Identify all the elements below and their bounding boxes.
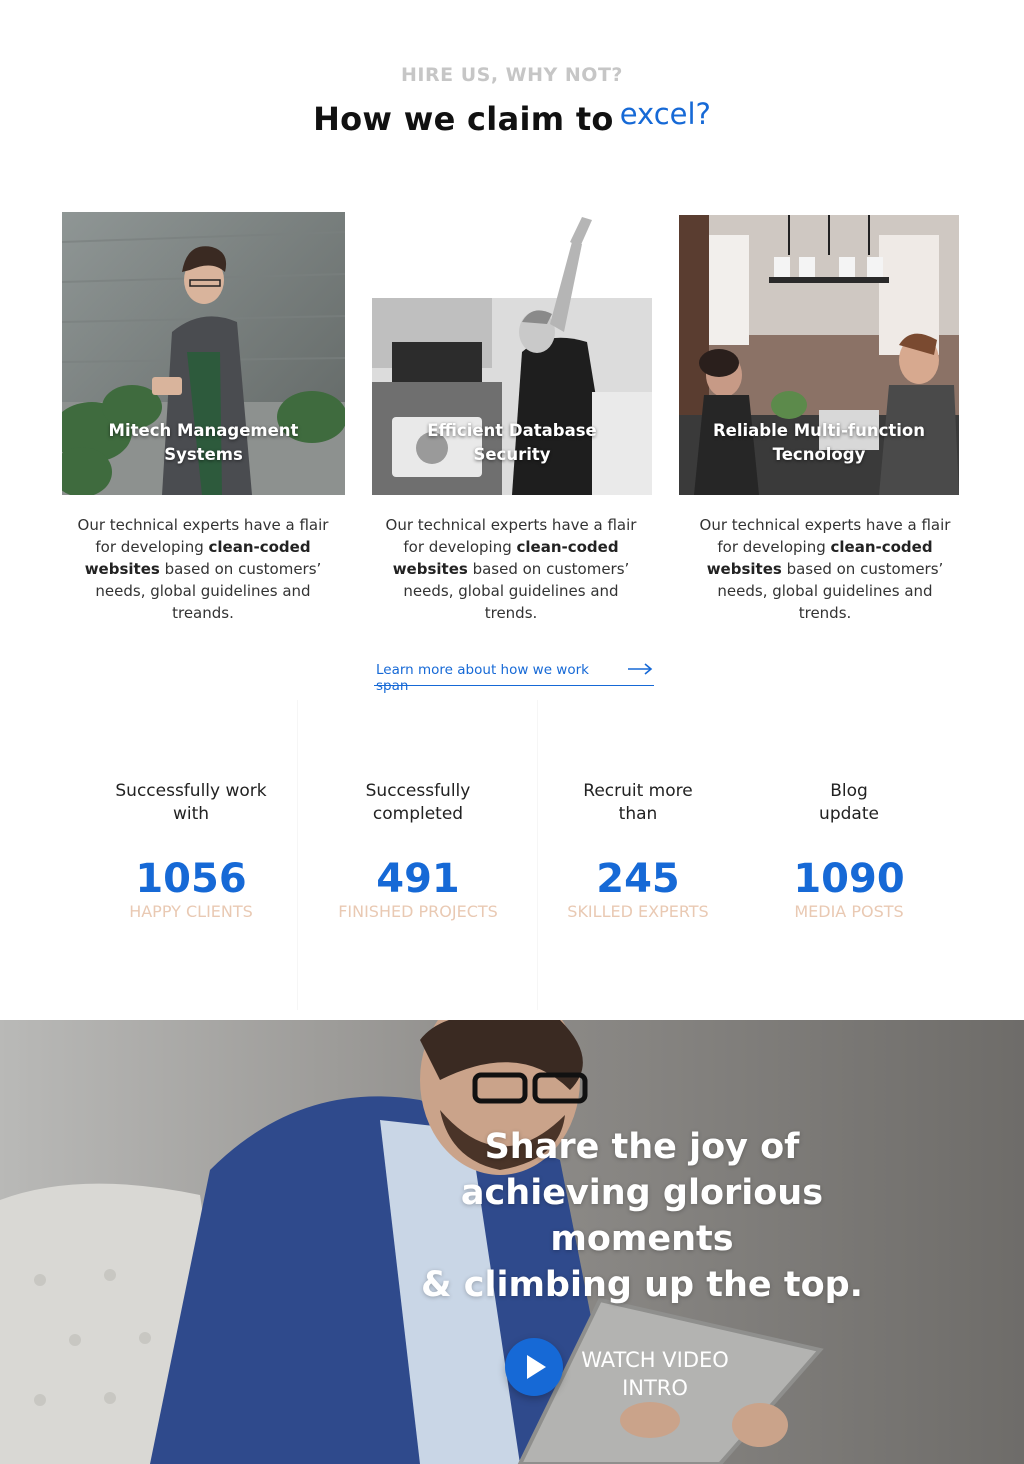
- stat-label: Blog update: [819, 781, 879, 824]
- video-hero: Share the joy of achieving glorious mome…: [0, 1020, 1024, 1464]
- card-title: Mitech Management Systems: [108, 421, 299, 464]
- stat-caption: SKILLED EXPERTS: [567, 902, 709, 921]
- hero-headline: Share the joy of achieving glorious mome…: [412, 1124, 872, 1308]
- stat-label: Successfully work with: [115, 781, 267, 824]
- card-image-database[interactable]: Efficient Database Security: [372, 212, 652, 495]
- stats-section: Successfully work with 1056 HAPPY CLIENT…: [84, 700, 960, 1020]
- stat-caption: FINISHED PROJECTS: [338, 902, 498, 921]
- headline-main: How we claim to: [313, 100, 614, 138]
- section-headline: How we claim to excel?: [0, 97, 1024, 138]
- stat-media-posts: Blog update 1090 MEDIA POSTS: [738, 700, 960, 1010]
- card-title: Efficient Database Security: [427, 421, 597, 464]
- hero-line: Share the joy of: [484, 1127, 800, 1167]
- stat-finished-projects: Successfully completed 491 FINISHED PROJ…: [298, 700, 538, 1010]
- hero-line: achieving glorious: [460, 1173, 824, 1213]
- card-description: Our technical experts have a flair for d…: [385, 516, 637, 622]
- card-description: Our technical experts have a flair for d…: [77, 516, 329, 622]
- learn-more-label: Learn more about how we work span: [376, 662, 589, 694]
- stat-label: Successfully completed: [365, 781, 471, 824]
- stat-number: 491: [376, 856, 460, 902]
- watch-video-label[interactable]: WATCH VIDEO INTRO: [570, 1346, 740, 1402]
- stat-label: Recruit more than: [583, 781, 693, 824]
- card-description: Our technical experts have a flair for d…: [699, 516, 951, 622]
- card-title: Reliable Multi-function Tecnology: [712, 421, 926, 464]
- arrow-right-icon: [628, 663, 654, 679]
- hero-line: & climbing up the top.: [421, 1265, 863, 1305]
- card-image-technology[interactable]: Reliable Multi-function Tecnology: [679, 215, 959, 495]
- stat-number: 1056: [135, 856, 247, 902]
- stat-caption: MEDIA POSTS: [794, 902, 904, 921]
- hero-line: moments: [550, 1219, 734, 1259]
- stat-number: 1090: [793, 856, 905, 902]
- learn-more-link[interactable]: Learn more about how we work span: [374, 662, 654, 694]
- stat-happy-clients: Successfully work with 1056 HAPPY CLIENT…: [84, 700, 298, 1010]
- stat-skilled-experts: Recruit more than 245 SKILLED EXPERTS: [538, 700, 738, 1010]
- card-image-management[interactable]: Mitech Management Systems: [62, 212, 345, 495]
- stat-caption: HAPPY CLIENTS: [129, 902, 253, 921]
- section-eyebrow: HIRE US, WHY NOT?: [401, 64, 623, 86]
- play-icon: [527, 1355, 546, 1379]
- headline-accent: excel?: [619, 97, 711, 131]
- play-video-button[interactable]: [505, 1338, 563, 1396]
- stat-number: 245: [596, 856, 680, 902]
